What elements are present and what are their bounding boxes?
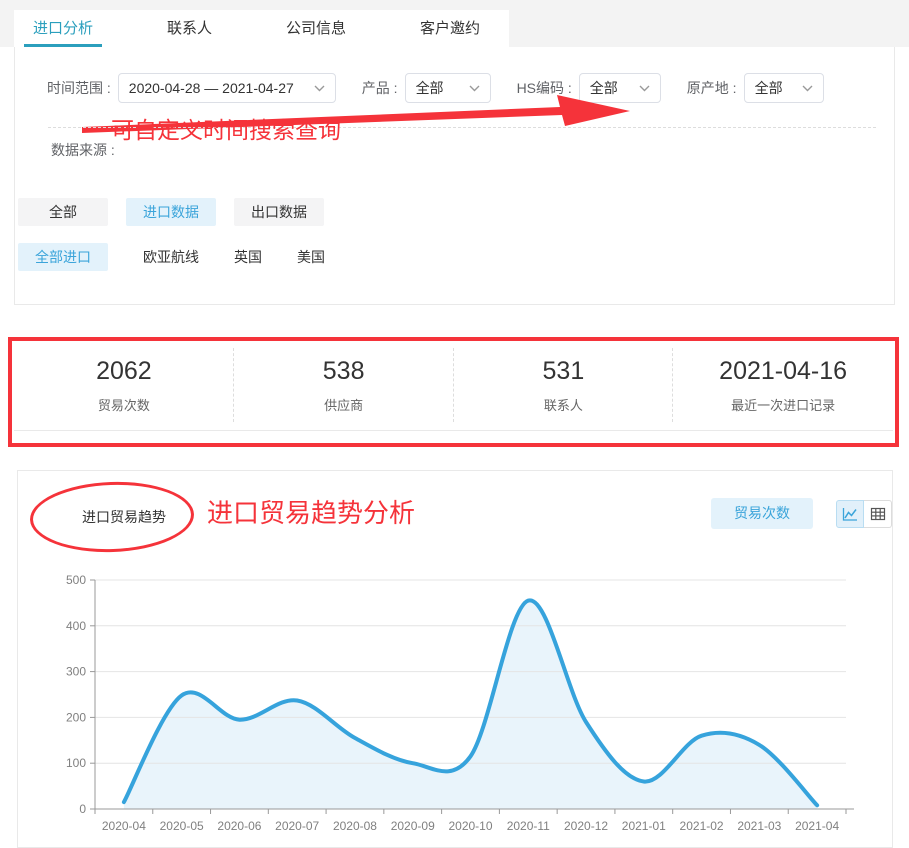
stat-value: 538 [323,357,365,386]
chevron-down-icon [802,85,813,92]
x-tick-label: 2021-01 [622,819,666,833]
trend-chart: 0 100 200 300 400 500 2020-04 2020-05 2020-06 202… [18,561,894,846]
x-tick-label: 2020-12 [564,819,608,833]
x-tick-label: 2020-04 [102,819,146,833]
trend-area-fill [124,600,817,809]
x-tick-label: 2020-11 [507,819,550,833]
x-tick-label: 2020-06 [217,819,261,833]
origin-select[interactable]: 全部 [744,73,824,103]
origin-label: 原产地 : [687,78,737,98]
stat-value: 2062 [96,357,152,386]
table-grid-icon [870,506,886,522]
product-select[interactable]: 全部 [405,73,491,103]
x-tick-label: 2021-03 [737,819,781,833]
chevron-down-icon [314,85,325,92]
date-range-value: 2020-04-28 — 2021-04-27 [129,80,294,96]
filter-export-data-button[interactable]: 出口数据 [234,198,324,226]
stat-value: 531 [543,357,585,386]
y-tick-label: 500 [66,573,86,587]
filter-all-button[interactable]: 全部 [18,198,108,226]
chart-view-toggle [836,500,892,528]
metric-trade-count-button[interactable]: 贸易次数 [711,498,813,529]
filter-row: 时间范围 : 2020-04-28 — 2021-04-27 产品 : 全部 H… [47,73,824,103]
route-tabs: 全部进口 欧亚航线 英国 美国 [18,243,325,271]
route-eurasia[interactable]: 欧亚航线 [143,243,199,271]
line-chart-view-button[interactable] [836,500,864,528]
data-source-label: 数据来源 : [51,140,115,160]
route-all-import[interactable]: 全部进口 [18,243,108,271]
stat-label: 最近一次进口记录 [731,395,835,414]
hs-code-value: 全部 [590,78,618,98]
product-value: 全部 [416,78,444,98]
stat-label: 联系人 [544,395,583,414]
hs-code-label: HS编码 : [517,78,572,98]
filter-import-data-button[interactable]: 进口数据 [126,198,216,226]
filter-card: 时间范围 : 2020-04-28 — 2021-04-27 产品 : 全部 H… [14,47,895,305]
tab-contacts[interactable]: 联系人 [167,10,212,47]
stat-value: 2021-04-16 [719,357,847,386]
y-tick-label: 100 [66,756,86,770]
hs-code-select[interactable]: 全部 [579,73,661,103]
chevron-down-icon [639,85,650,92]
data-type-buttons: 全部 进口数据 出口数据 [18,198,324,226]
tab-company-info[interactable]: 公司信息 [286,10,346,47]
y-tick-label: 300 [66,665,86,679]
tab-import-analysis[interactable]: 进口分析 [33,10,93,47]
page: 进口分析 联系人 公司信息 客户邀约 时间范围 : 2020-04-28 — 2… [0,0,909,848]
x-tick-label: 2021-02 [680,819,724,833]
line-chart-icon [842,506,858,522]
stat-contacts: 531 联系人 [454,341,674,430]
stats-card: 2062 贸易次数 538 供应商 531 联系人 2021-04-16 最近一… [14,341,893,431]
tab-customer-invite[interactable]: 客户邀约 [420,10,480,47]
trend-annotation-text: 进口贸易趋势分析 [207,493,415,530]
y-tick-label: 200 [66,710,86,724]
y-tick-label: 0 [79,802,86,816]
top-strip: 进口分析 联系人 公司信息 客户邀约 [0,0,909,47]
stats-annotation-box: 2062 贸易次数 538 供应商 531 联系人 2021-04-16 最近一… [8,337,899,447]
origin-value: 全部 [755,78,783,98]
x-tick-label: 2020-10 [448,819,492,833]
stat-suppliers: 538 供应商 [234,341,454,430]
trend-card: 进口贸易趋势 进口贸易趋势分析 贸易次数 0 100 200 300 400 500 [17,470,893,848]
x-tick-label: 2020-08 [333,819,377,833]
chevron-down-icon [469,85,480,92]
trend-title: 进口贸易趋势 [82,507,166,527]
x-tick-label: 2020-09 [391,819,435,833]
stat-last-import: 2021-04-16 最近一次进口记录 [673,341,893,430]
table-view-button[interactable] [864,500,892,528]
main-tab-bar: 进口分析 联系人 公司信息 客户邀约 [14,10,509,47]
stat-trade-count: 2062 贸易次数 [14,341,234,430]
stat-label: 贸易次数 [98,395,150,414]
x-tick-label: 2021-04 [795,819,839,833]
x-tick-label: 2020-05 [160,819,204,833]
x-tick-label: 2020-07 [275,819,319,833]
route-usa[interactable]: 美国 [297,243,325,271]
route-uk[interactable]: 英国 [234,243,262,271]
date-range-label: 时间范围 : [47,78,111,98]
y-tick-label: 400 [66,619,86,633]
stat-label: 供应商 [324,395,363,414]
time-annotation-text: 可自定义时间搜索查询 [111,111,341,145]
date-range-select[interactable]: 2020-04-28 — 2021-04-27 [118,73,336,103]
product-label: 产品 : [362,78,398,98]
